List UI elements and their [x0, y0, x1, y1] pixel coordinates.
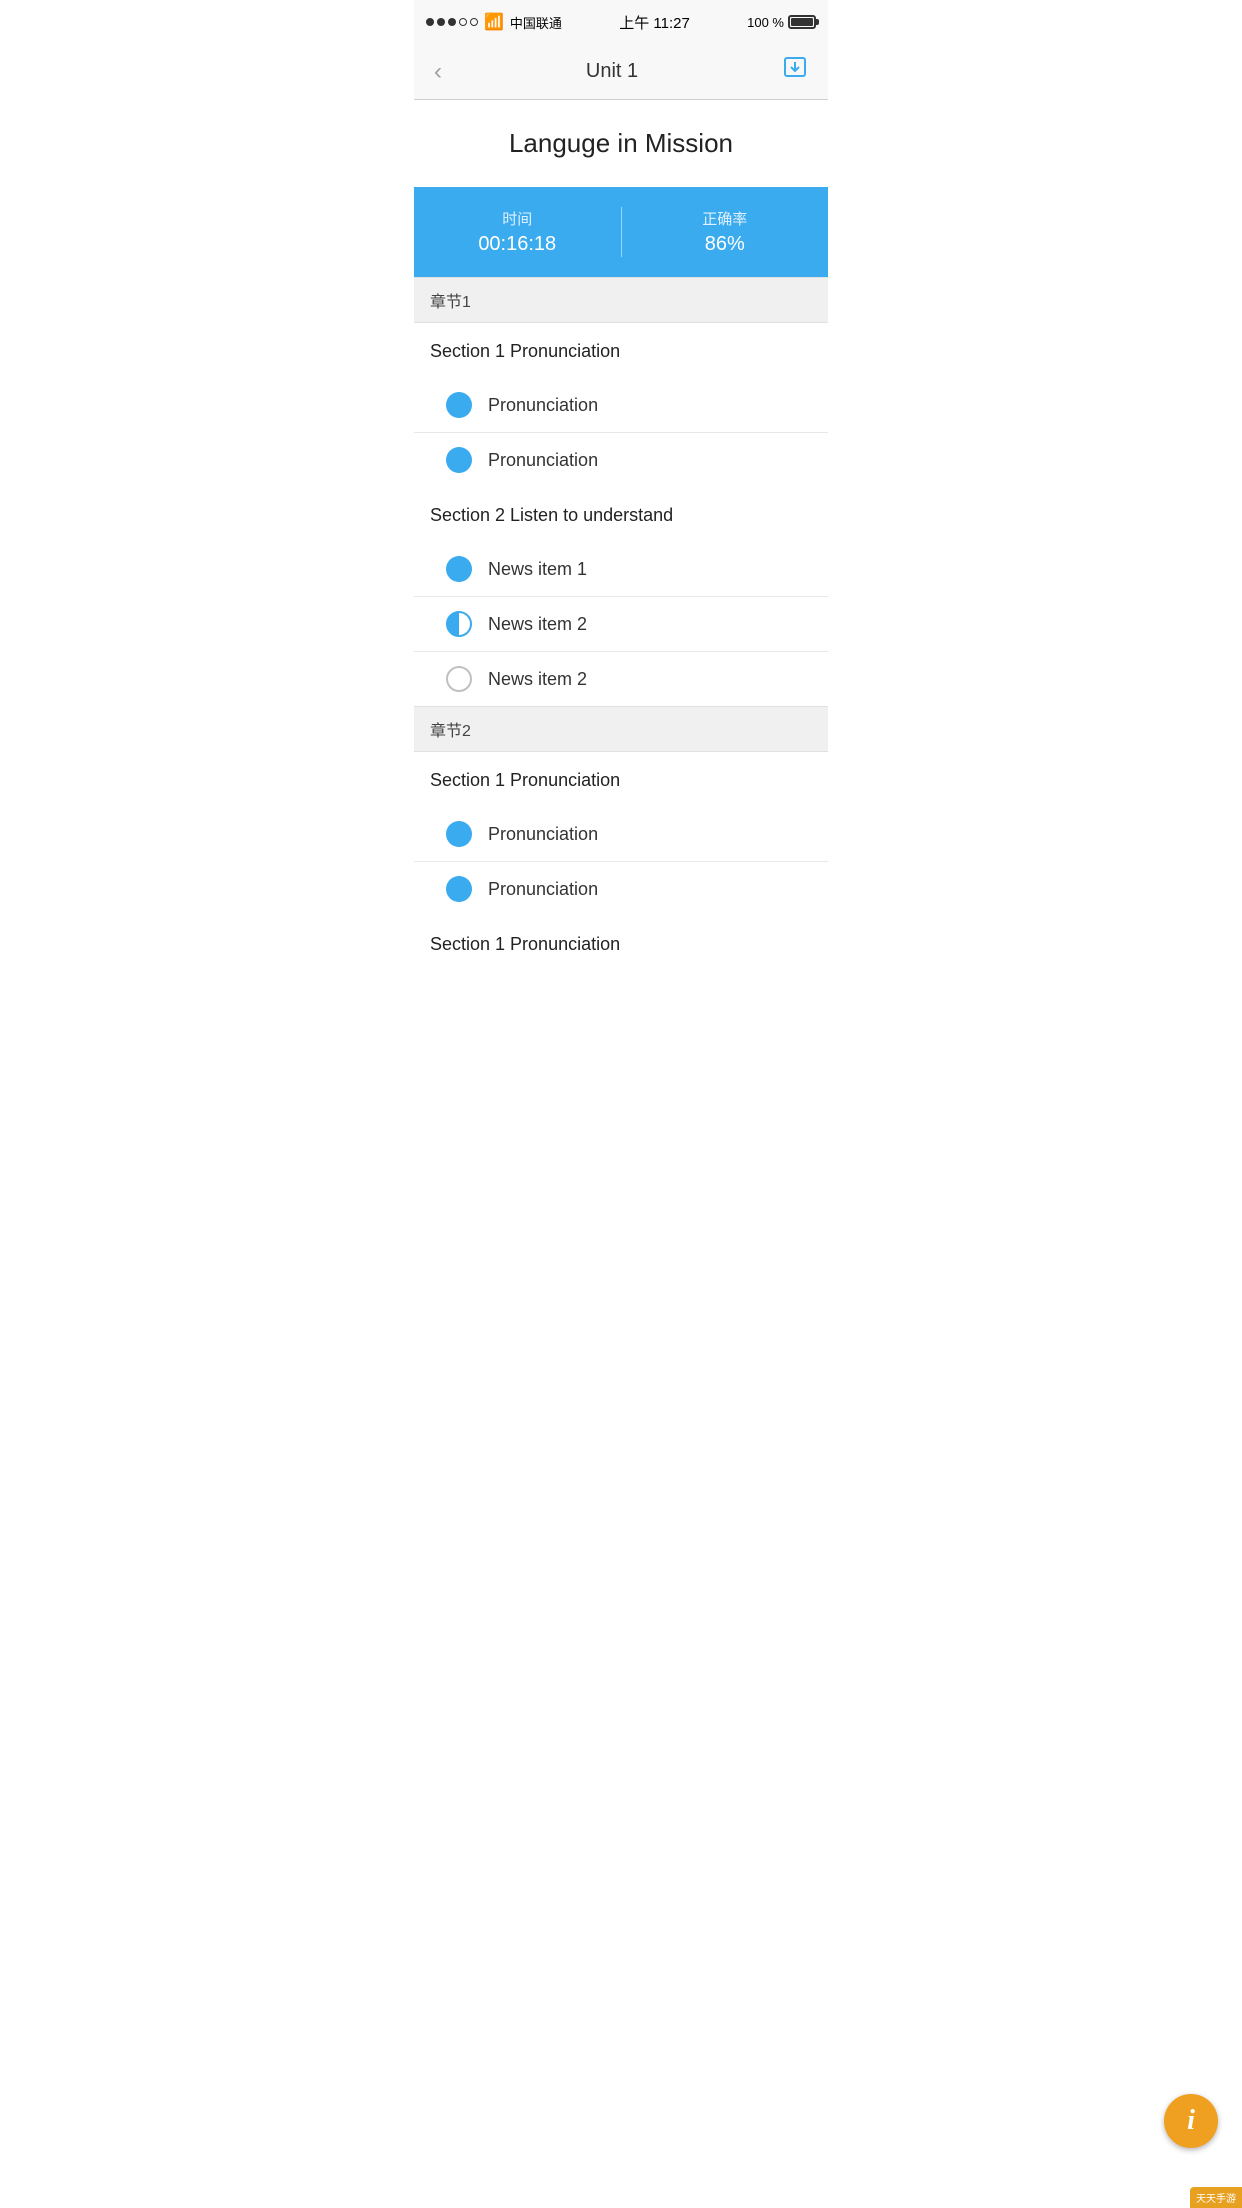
chapter-2-section-1-group: Section 1 Pronunciation — [414, 752, 828, 807]
signal-icon — [426, 18, 478, 26]
section-1-title: Section 1 Pronunciation — [430, 341, 812, 362]
status-time: 上午 11:27 — [619, 12, 690, 33]
info-fab-button[interactable]: i — [1164, 2094, 1218, 2148]
wifi-icon: 📶 — [484, 12, 504, 32]
stats-time-value: 00:16:18 — [478, 233, 556, 256]
full-circle-icon — [446, 447, 472, 473]
stats-time: 时间 00:16:18 — [414, 208, 621, 256]
half-circle-icon — [446, 611, 472, 637]
list-item[interactable]: Pronunciation — [414, 378, 828, 433]
back-button[interactable]: ‹ — [430, 54, 446, 90]
list-item[interactable]: Pronunciation — [414, 807, 828, 862]
stats-time-label: 时间 — [502, 208, 532, 229]
chapter-2-section-2-group: Section 1 Pronunciation — [414, 916, 828, 971]
nav-bar: ‹ Unit 1 — [414, 44, 828, 100]
item-label: Pronunciation — [488, 395, 598, 416]
empty-circle-icon — [446, 666, 472, 692]
status-right: 100 % — [747, 15, 816, 30]
chapter-1-section-2-group: Section 2 Listen to understand — [414, 487, 828, 542]
chapter-2-header: 章节2 — [414, 706, 828, 752]
nav-title: Unit 1 — [586, 60, 638, 83]
list-item[interactable]: News item 1 — [414, 542, 828, 597]
battery-icon — [788, 15, 816, 29]
chapter-2-section-1-items: Pronunciation Pronunciation — [414, 807, 828, 916]
item-label: News item 2 — [488, 614, 587, 635]
full-circle-icon — [446, 876, 472, 902]
status-bar: 📶 中国联通 上午 11:27 100 % — [414, 0, 828, 44]
chapter-1-section-1-group: Section 1 Pronunciation — [414, 323, 828, 378]
chapter-1-section-1-items: Pronunciation Pronunciation — [414, 378, 828, 487]
item-label: News item 2 — [488, 669, 587, 690]
list-item[interactable]: Pronunciation — [414, 433, 828, 487]
item-label: Pronunciation — [488, 879, 598, 900]
section-2-title: Section 2 Listen to understand — [430, 505, 812, 526]
chapter-2-section-2-title: Section 1 Pronunciation — [430, 934, 812, 955]
item-label: News item 1 — [488, 559, 587, 580]
stats-rate: 正确率 86% — [622, 208, 829, 256]
stats-banner: 时间 00:16:18 正确率 86% — [414, 187, 828, 277]
chapter-2-section-1-title: Section 1 Pronunciation — [430, 770, 812, 791]
carrier-text: 中国联通 — [510, 13, 562, 32]
stats-rate-value: 86% — [705, 233, 745, 256]
full-circle-icon — [446, 556, 472, 582]
page-title: Languge in Mission — [414, 100, 828, 187]
download-button[interactable] — [778, 52, 812, 92]
item-label: Pronunciation — [488, 450, 598, 471]
chapter-1-header: 章节1 — [414, 277, 828, 323]
item-label: Pronunciation — [488, 824, 598, 845]
chapter-1-section-2-items: News item 1 News item 2 News item 2 — [414, 542, 828, 706]
list-item[interactable]: Pronunciation — [414, 862, 828, 916]
status-left: 📶 中国联通 — [426, 12, 562, 32]
full-circle-icon — [446, 821, 472, 847]
stats-rate-label: 正确率 — [702, 208, 747, 229]
watermark: 天天手游 — [1190, 2187, 1242, 2208]
list-item[interactable]: News item 2 — [414, 597, 828, 652]
full-circle-icon — [446, 392, 472, 418]
list-item[interactable]: News item 2 — [414, 652, 828, 706]
info-icon: i — [1187, 2105, 1195, 2137]
battery-percent: 100 % — [747, 15, 784, 30]
